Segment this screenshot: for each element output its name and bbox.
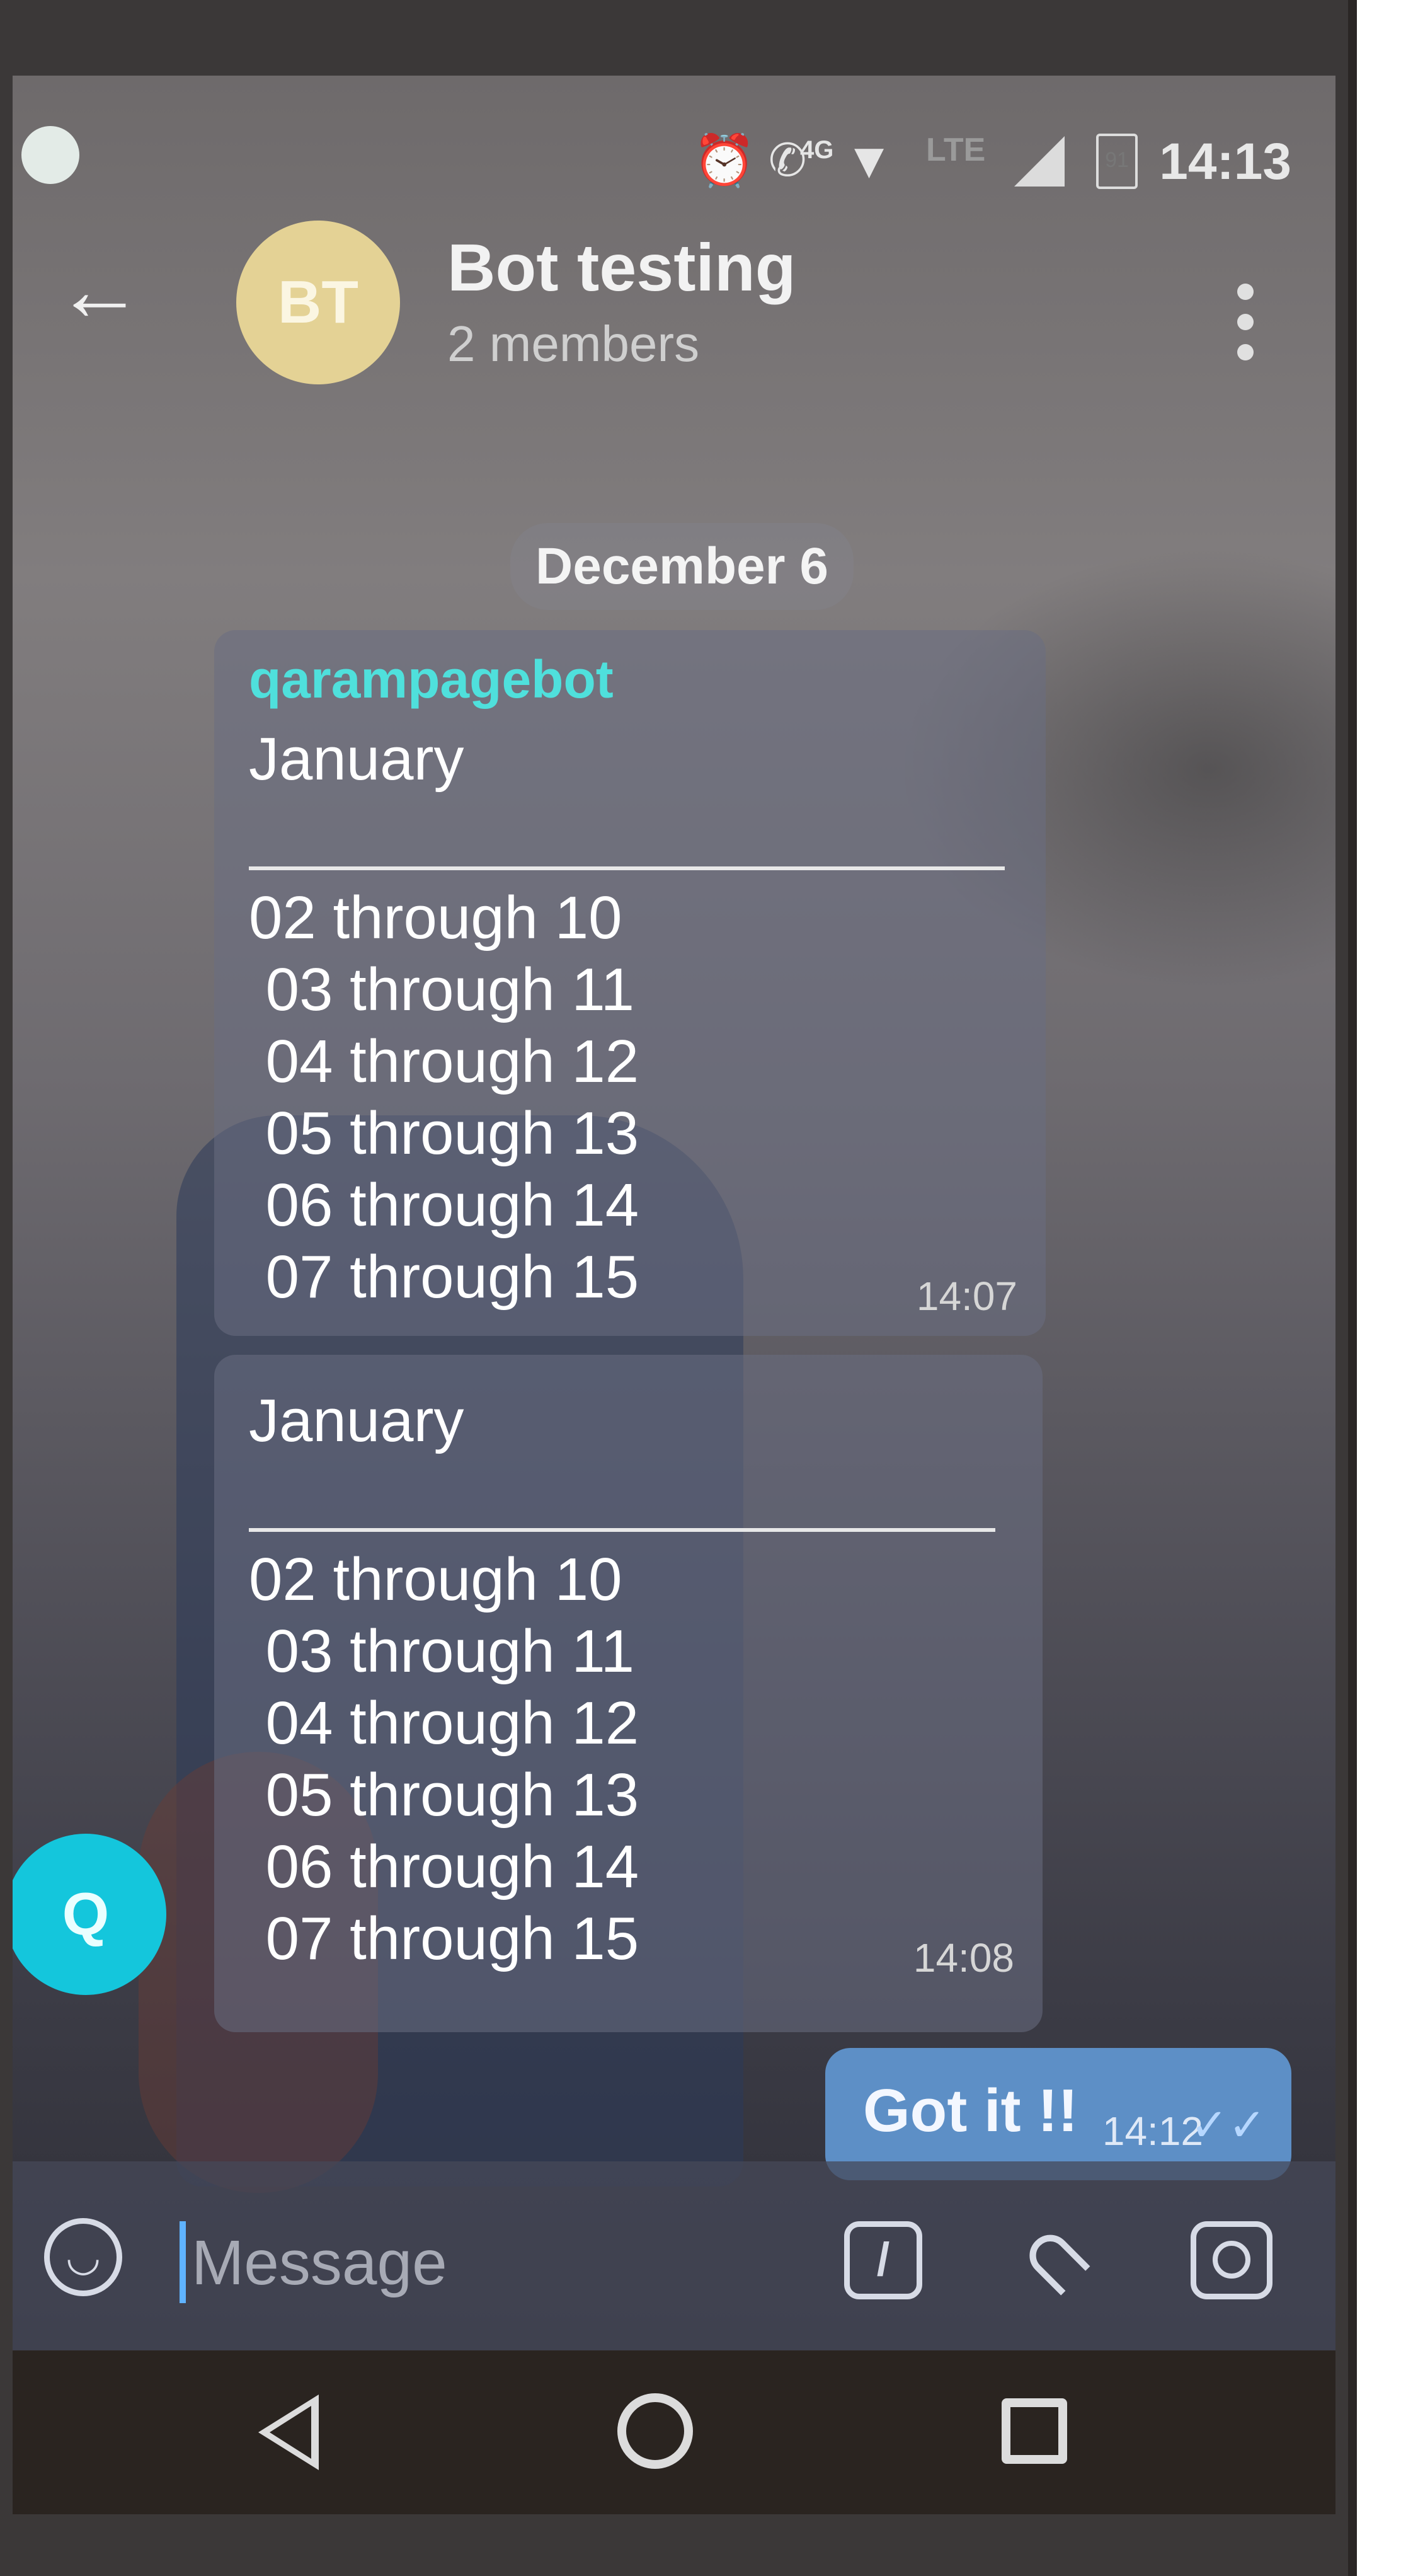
alarm-icon: ⏰ — [693, 132, 756, 188]
message-line: 06 through 14 — [249, 1833, 639, 1900]
lte-label: LTE — [926, 132, 986, 168]
message-bubble[interactable]: qarampagebot January 02 through 10 03 th… — [214, 630, 1046, 1336]
signal-icon — [1014, 136, 1065, 187]
sender-name[interactable]: qarampagebot — [249, 649, 614, 710]
back-arrow-icon[interactable]: ← — [55, 246, 144, 334]
message-lines: 02 through 10 03 through 11 04 through 1… — [249, 882, 639, 1313]
notification-dot-icon — [21, 126, 79, 184]
message-line: 05 through 13 — [249, 1100, 639, 1167]
status-bar: ⏰ ✆ 4G ▼ LTE 91 14:13 — [13, 76, 1335, 190]
bot-avatar[interactable]: Q — [13, 1834, 166, 1995]
message-title: January — [249, 725, 464, 793]
nav-recents-icon[interactable] — [1002, 2398, 1067, 2464]
nav-home-icon[interactable] — [617, 2393, 693, 2469]
message-line: 06 through 14 — [249, 1171, 639, 1239]
message-line: 07 through 15 — [249, 1905, 639, 1972]
outgoing-message-time: 14:12 — [1102, 2108, 1203, 2154]
date-separator: December 6 — [510, 523, 854, 610]
message-line: 05 through 13 — [249, 1761, 639, 1829]
outgoing-message-text: Got it !! — [863, 2077, 1078, 2144]
status-time: 14:13 — [1159, 133, 1291, 190]
message-line: 03 through 11 — [249, 956, 635, 1023]
camera-icon[interactable] — [1191, 2221, 1272, 2299]
message-time: 14:08 — [913, 1935, 1014, 1981]
battery-icon: 91 — [1096, 134, 1138, 189]
message-divider — [249, 866, 1005, 870]
message-line: 02 through 10 — [249, 884, 622, 952]
outgoing-message-bubble[interactable]: Got it !! 14:12 ✓✓ — [825, 2048, 1291, 2180]
double-check-icon: ✓✓ — [1190, 2100, 1266, 2151]
message-line: 02 through 10 — [249, 1546, 622, 1613]
more-options-icon[interactable] — [1237, 284, 1254, 360]
message-time: 14:07 — [916, 1274, 1017, 1319]
chat-screen: ⏰ ✆ 4G ▼ LTE 91 14:13 ← BT Bot testing 2… — [13, 76, 1335, 2350]
chat-title[interactable]: Bot testing — [447, 230, 796, 306]
message-lines: 02 through 10 03 through 11 04 through 1… — [249, 1544, 639, 1975]
message-divider — [249, 1528, 995, 1532]
system-navigation-bar — [13, 2350, 1335, 2514]
message-title: January — [249, 1387, 464, 1454]
wifi-icon: ▼ — [844, 132, 895, 188]
text-cursor — [180, 2221, 186, 2303]
phone-frame: ⏰ ✆ 4G ▼ LTE 91 14:13 ← BT Bot testing 2… — [0, 0, 1357, 2576]
message-line: 07 through 15 — [249, 1243, 639, 1311]
message-input[interactable] — [190, 2218, 760, 2308]
bot-command-icon[interactable]: / — [844, 2221, 922, 2299]
emoji-icon[interactable]: ◡ — [44, 2218, 122, 2296]
nav-back-icon[interactable] — [258, 2395, 319, 2470]
group-avatar[interactable]: BT — [236, 221, 400, 384]
message-line: 04 through 12 — [249, 1689, 639, 1757]
message-line: 03 through 11 — [249, 1618, 635, 1685]
network-4g-label: 4G — [800, 136, 834, 164]
message-line: 04 through 12 — [249, 1028, 639, 1095]
message-bubble[interactable]: January 02 through 10 03 through 11 04 t… — [214, 1355, 1043, 2032]
attach-icon[interactable]: ⊂ — [997, 2198, 1119, 2320]
message-composer: ◡ / ⊂ — [13, 2161, 1335, 2350]
chat-subtitle: 2 members — [447, 316, 700, 372]
